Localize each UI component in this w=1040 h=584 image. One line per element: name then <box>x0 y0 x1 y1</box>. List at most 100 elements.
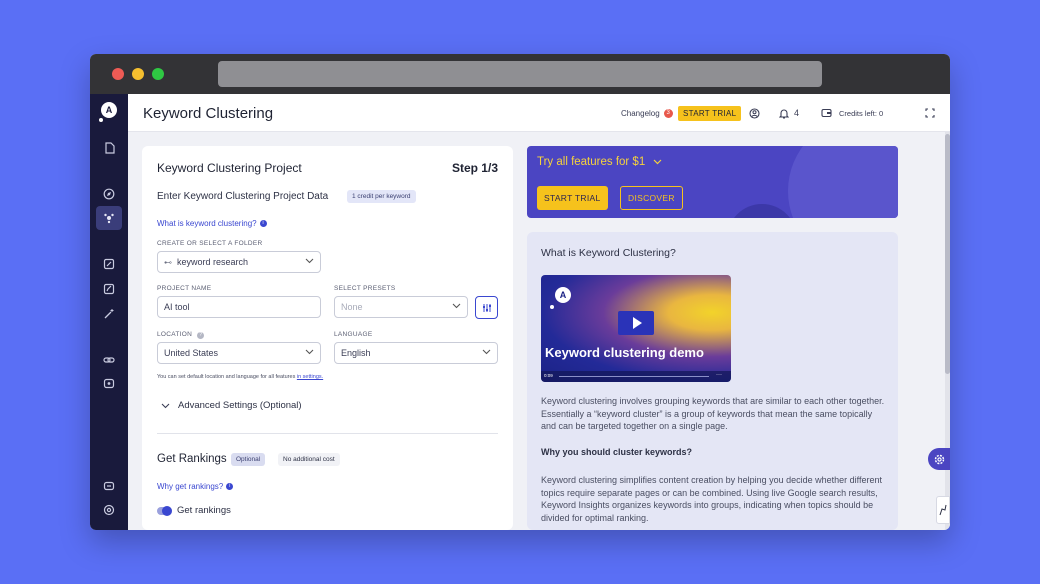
rankings-toggle-label: Get rankings <box>177 505 231 516</box>
link-icon[interactable] <box>90 350 128 370</box>
video-title: Keyword clustering demo <box>545 345 704 360</box>
compass-icon[interactable] <box>90 184 128 204</box>
start-trial-header-button[interactable]: START TRIAL <box>678 94 742 132</box>
page-scrollbar-thumb[interactable] <box>945 134 950 374</box>
promo-decoration <box>788 146 898 218</box>
info-card: What is Keyword Clustering? A Keyword cl… <box>527 232 898 530</box>
location-label: LOCATION ? <box>157 331 205 339</box>
defaults-note-text: You can set default location and languag… <box>157 374 296 380</box>
document-icon[interactable] <box>90 138 128 158</box>
feedback-widget[interactable] <box>936 496 950 524</box>
credit-badge: 1 credit per keyword <box>347 190 416 203</box>
location-value: United States <box>164 348 219 358</box>
magic-wand-icon[interactable] <box>90 304 128 324</box>
bell-icon <box>779 109 789 118</box>
why-rankings-text: Why get rankings? <box>157 482 224 491</box>
promo-discover-button[interactable]: DISCOVER <box>620 186 683 210</box>
optional-badge: Optional <box>231 453 266 466</box>
no-cost-badge: No additional cost <box>278 453 340 466</box>
info-paragraph-1: Keyword clustering involves grouping key… <box>541 396 885 431</box>
preset-settings-button[interactable] <box>475 296 498 319</box>
why-cluster-heading: Why you should cluster keywords? <box>541 447 693 457</box>
credits-indicator[interactable]: Credits left: 0 <box>821 94 883 132</box>
what-is-clustering-text: What is keyword clustering? <box>157 219 257 228</box>
app-logo-icon[interactable]: A <box>101 102 117 118</box>
chat-bot-icon[interactable] <box>90 374 128 394</box>
logo-dot <box>99 118 103 122</box>
credits-left-label: Credits left: 0 <box>839 108 884 118</box>
chevron-down-icon <box>161 403 170 408</box>
video-logo-dot <box>550 305 554 309</box>
chevron-down-icon <box>482 348 491 357</box>
promo-headline: Try all features for $1 <box>537 156 646 168</box>
top-header: Keyword Clustering Changelog 3 START TRI… <box>128 94 950 132</box>
rankings-toggle-row[interactable]: Get rankings <box>157 505 231 516</box>
demo-video-player[interactable]: A Keyword clustering demo 0:09 ··· <box>541 275 731 382</box>
floating-settings-button[interactable] <box>928 448 950 470</box>
fullscreen-icon[interactable] <box>925 94 935 132</box>
rankings-title: Get Rankings <box>157 453 227 465</box>
presets-label: SELECT PRESETS <box>334 285 396 292</box>
why-rankings-link[interactable]: Why get rankings? i <box>157 482 234 491</box>
location-select[interactable]: United States <box>157 342 321 364</box>
step-indicator: Step 1/3 <box>451 161 498 175</box>
location-help-icon[interactable]: ? <box>197 332 205 339</box>
project-form-card: Keyword Clustering Project Step 1/3 Ente… <box>142 146 513 530</box>
feedback-icon <box>939 504 947 516</box>
minimize-window-button[interactable] <box>132 68 144 80</box>
info-icon: i <box>226 483 234 491</box>
edit-document-icon[interactable] <box>90 254 128 274</box>
video-more-icon[interactable]: ··· <box>716 372 722 378</box>
changelog-link[interactable]: Changelog 3 <box>621 94 673 132</box>
settings-link[interactable]: in settings. <box>297 374 323 380</box>
user-profile-icon[interactable] <box>749 94 760 132</box>
project-name-input[interactable]: AI tool <box>157 296 321 318</box>
project-subtitle: Enter Keyword Clustering Project Data <box>157 191 329 202</box>
language-label: LANGUAGE <box>334 331 373 338</box>
promo-headline-dropdown[interactable]: Try all features for $1 <box>537 156 662 168</box>
chevron-down-icon <box>452 302 461 311</box>
wallet-icon[interactable] <box>90 476 128 496</box>
sliders-icon <box>482 303 491 312</box>
browser-window: A Keyword Clustering Changelog 3 START T… <box>90 54 950 530</box>
play-button-icon[interactable] <box>618 311 654 335</box>
page-title: Keyword Clustering <box>143 105 274 122</box>
presets-placeholder: None <box>341 302 363 312</box>
folder-icon: ⊷ <box>164 257 172 267</box>
presets-select[interactable]: None <box>334 296 468 318</box>
project-name-label: PROJECT NAME <box>157 285 212 292</box>
notifications-count: 4 <box>794 108 800 118</box>
promo-decoration <box>727 204 797 218</box>
settings-gear-icon[interactable] <box>90 500 128 520</box>
notifications-button[interactable]: 4 <box>779 94 799 132</box>
video-controls: 0:09 ··· <box>541 371 731 382</box>
language-select[interactable]: English <box>334 342 498 364</box>
folder-value: keyword research <box>177 257 249 267</box>
video-logo-icon: A <box>555 287 571 303</box>
location-label-text: LOCATION <box>157 331 193 338</box>
browser-titlebar <box>90 54 950 94</box>
section-divider <box>157 433 498 434</box>
wallet-credits-icon <box>821 108 832 118</box>
video-progress-bar[interactable] <box>559 376 709 377</box>
project-name-value: AI tool <box>164 302 190 312</box>
maximize-window-button[interactable] <box>152 68 164 80</box>
advanced-settings-toggle[interactable]: Advanced Settings (Optional) <box>161 400 302 411</box>
language-value: English <box>341 348 371 358</box>
cluster-icon[interactable] <box>96 206 122 230</box>
advanced-settings-label: Advanced Settings (Optional) <box>178 400 302 411</box>
folder-select[interactable]: ⊷ keyword research <box>157 251 321 273</box>
promo-start-trial-button[interactable]: START TRIAL <box>537 186 608 210</box>
info-paragraph-2: Keyword clustering simplifies content cr… <box>541 475 883 523</box>
changelog-count-badge: 3 <box>663 108 673 118</box>
pencil-icon[interactable] <box>90 279 128 299</box>
chevron-down-icon <box>305 257 314 266</box>
what-is-clustering-link[interactable]: What is keyword clustering? i <box>157 219 267 228</box>
rankings-toggle-switch[interactable] <box>157 505 172 516</box>
gear-icon <box>934 454 944 464</box>
info-title: What is Keyword Clustering? <box>541 247 676 259</box>
chevron-down-icon <box>305 348 314 357</box>
address-bar[interactable] <box>218 61 822 87</box>
trial-promo-banner: Try all features for $1 START TRIAL DISC… <box>527 146 898 218</box>
close-window-button[interactable] <box>112 68 124 80</box>
